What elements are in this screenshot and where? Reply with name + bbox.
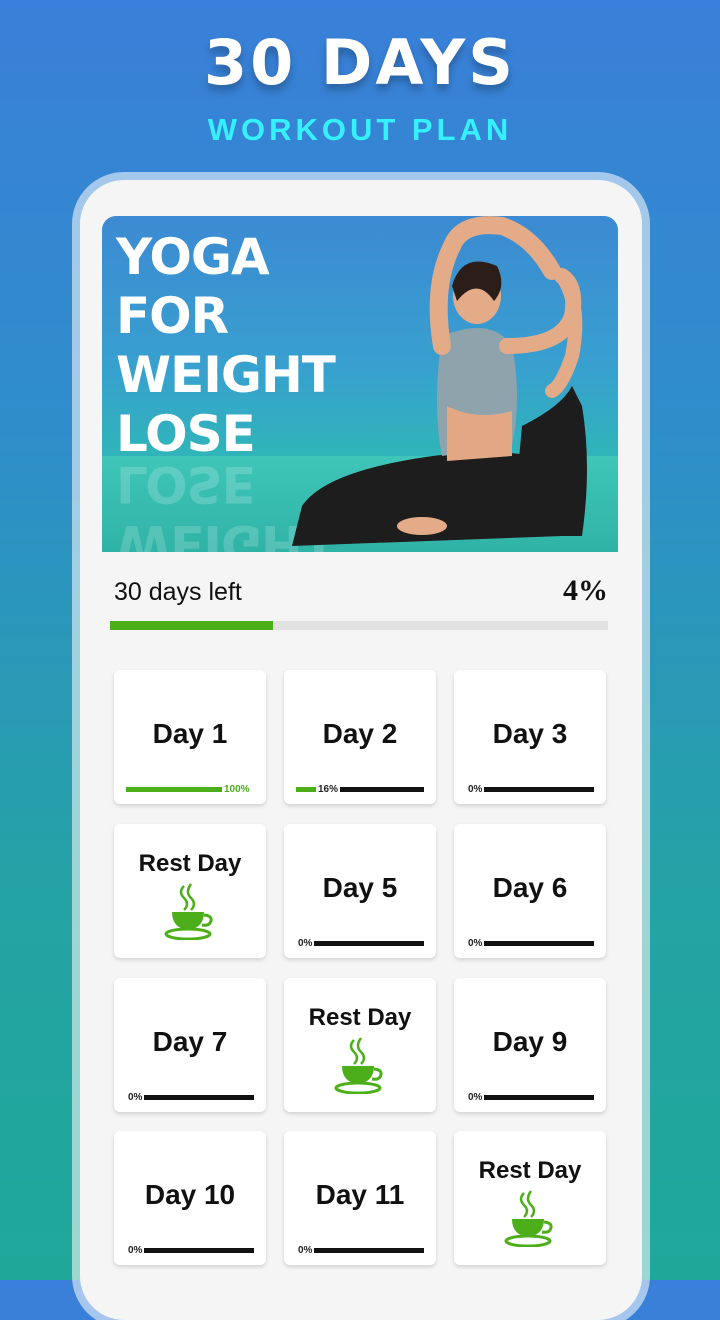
day-progress-percent: 0% [128, 1244, 143, 1256]
overall-progress-bar [110, 621, 608, 630]
app-subtitle: WORKOUT PLAN [207, 112, 513, 147]
day-label: Rest Day [478, 1157, 582, 1184]
phone-frame: WEIGHT LOSE YOGA FOR WEIGHT LOSE 30 days… [80, 180, 642, 1320]
day-label: Day 11 [315, 1179, 405, 1210]
coffee-cup-icon [504, 1189, 556, 1252]
day-progress-bar: 0% [466, 1091, 594, 1103]
day-label: Rest Day [308, 1004, 412, 1031]
day-progress-remaining [144, 1247, 254, 1253]
day-label: Day 2 [322, 718, 398, 749]
day-card[interactable]: Day 3 0% [454, 670, 606, 804]
day-progress-percent: 0% [468, 937, 483, 949]
banner-line-3: WEIGHT [116, 346, 336, 404]
day-progress-bar: 0% [466, 937, 594, 949]
day-progress-bar: 0% [126, 1244, 254, 1256]
day-label: Day 6 [492, 872, 568, 903]
day-progress-remaining [314, 940, 424, 946]
day-label: Day 10 [144, 1179, 236, 1210]
day-card[interactable]: Day 11 0% [284, 1131, 436, 1265]
banner-line-2: FOR [116, 287, 229, 345]
rest-day-card[interactable]: Rest Day [114, 824, 266, 958]
banner-line-1: YOGA [116, 228, 270, 286]
progress-percent: 4% [563, 574, 608, 607]
day-progress-bar: 16% [296, 783, 424, 795]
banner-title: YOGA FOR WEIGHT LOSE [116, 228, 336, 464]
day-card[interactable]: Day 6 0% [454, 824, 606, 958]
app-title: 30 DAYS [204, 26, 516, 99]
day-card[interactable]: Day 9 0% [454, 978, 606, 1112]
program-banner[interactable]: WEIGHT LOSE YOGA FOR WEIGHT LOSE [102, 216, 618, 552]
banner-line-4: LOSE [116, 405, 256, 463]
day-progress-percent: 100% [224, 783, 250, 795]
day-progress-bar: 0% [296, 937, 424, 949]
overall-progress-fill [110, 621, 274, 630]
days-left-label: 30 days left [114, 578, 242, 606]
day-card[interactable]: Day 1 100% [114, 670, 266, 804]
day-card[interactable]: Day 7 0% [114, 978, 266, 1112]
day-progress-fill [296, 786, 316, 792]
day-progress-percent: 0% [468, 783, 483, 795]
day-progress-bar: 100% [126, 783, 254, 795]
day-progress-remaining [340, 786, 424, 792]
day-progress-remaining [484, 1094, 594, 1100]
rest-day-card[interactable]: Rest Day [454, 1131, 606, 1265]
day-progress-remaining [314, 1247, 424, 1253]
rest-day-card[interactable]: Rest Day [284, 978, 436, 1112]
day-progress-bar: 0% [466, 783, 594, 795]
day-progress-percent: 16% [318, 783, 339, 795]
day-progress-remaining [484, 786, 594, 792]
day-label: Day 9 [492, 1026, 568, 1057]
day-progress-percent: 0% [298, 1244, 313, 1256]
day-label: Day 1 [152, 718, 228, 749]
day-progress-remaining [144, 1094, 254, 1100]
day-card[interactable]: Day 5 0% [284, 824, 436, 958]
day-progress-bar: 0% [126, 1091, 254, 1103]
day-label: Day 7 [152, 1026, 228, 1057]
day-progress-percent: 0% [468, 1091, 483, 1103]
day-card[interactable]: Day 2 16% [284, 670, 436, 804]
day-label: Rest Day [138, 850, 242, 877]
day-label: Day 5 [322, 872, 398, 903]
day-label: Day 3 [492, 718, 568, 749]
day-progress-remaining [484, 940, 594, 946]
day-progress-percent: 0% [128, 1091, 143, 1103]
day-card[interactable]: Day 10 0% [114, 1131, 266, 1265]
day-progress-percent: 0% [298, 937, 313, 949]
coffee-cup-icon [334, 1036, 386, 1099]
coffee-cup-icon [164, 882, 216, 945]
day-progress-fill [126, 786, 222, 792]
day-progress-bar: 0% [296, 1244, 424, 1256]
